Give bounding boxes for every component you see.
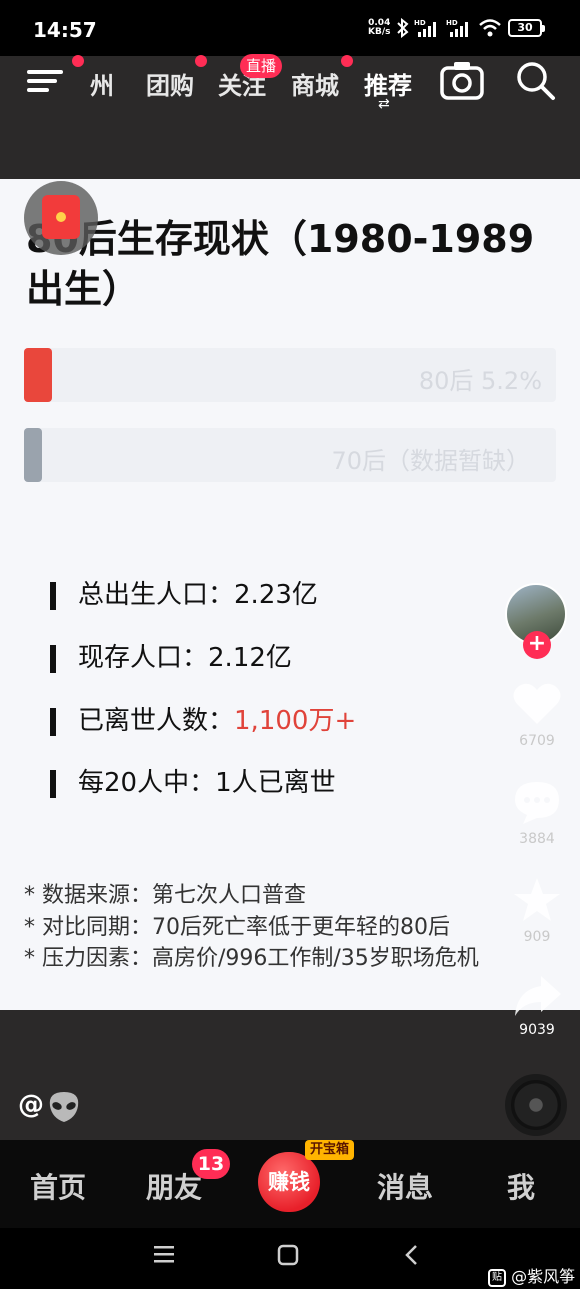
friends-badge: 13 xyxy=(192,1149,230,1179)
switch-icon: ⇄ xyxy=(378,96,390,112)
nav-messages[interactable]: 消息 xyxy=(377,1166,433,1206)
notification-dot xyxy=(341,55,353,67)
red-envelope-icon xyxy=(42,195,80,239)
note-comparison: * 对比同期：70后死亡率低于更年轻的80后 xyxy=(24,915,450,940)
status-time: 14:57 xyxy=(33,18,97,42)
tab-city[interactable]: 州 xyxy=(90,66,114,101)
earn-button[interactable]: 赚钱 xyxy=(258,1152,320,1212)
nav-home[interactable]: 首页 xyxy=(30,1166,86,1206)
back-icon[interactable] xyxy=(402,1243,422,1267)
red-envelope-button[interactable] xyxy=(24,181,98,255)
alien-emoji-icon xyxy=(49,1092,79,1122)
home-button-icon[interactable] xyxy=(276,1243,300,1267)
share-count: 9039 xyxy=(519,1022,555,1038)
watermark-logo: 贴 xyxy=(488,1268,506,1287)
stat-total-births: 总出生人口：2.23亿 xyxy=(50,574,318,611)
comment-count: 3884 xyxy=(519,831,555,847)
follow-button[interactable]: + xyxy=(523,631,551,659)
note-source: * 数据来源：第七次人口普查 xyxy=(24,883,306,908)
recent-apps-icon[interactable] xyxy=(152,1244,176,1264)
nav-me[interactable]: 我 xyxy=(507,1166,535,1206)
watermark: 贴 @紫风筝 xyxy=(488,1263,575,1287)
bluetooth-icon xyxy=(397,18,409,38)
stat-per-twenty: 每20人中：1人已离世 xyxy=(50,762,336,799)
signal-icon-1: HD xyxy=(414,19,436,37)
status-bar: 14:57 0.04 KB/s HD HD 30 xyxy=(0,0,580,56)
bar-70s-fill xyxy=(24,428,42,482)
svg-text:HD: HD xyxy=(446,19,458,27)
menu-icon[interactable] xyxy=(27,66,63,94)
battery-indicator: 30 xyxy=(508,19,545,37)
treasure-badge: 开宝箱 xyxy=(305,1140,355,1160)
star-icon[interactable] xyxy=(511,876,563,924)
tab-group-buy[interactable]: 团购 xyxy=(146,66,194,101)
wifi-icon xyxy=(479,19,501,37)
net-speed: 0.04 KB/s xyxy=(368,18,391,37)
bar-80s-fill xyxy=(24,348,52,402)
stat-living-population: 现存人口：2.12亿 xyxy=(50,637,292,674)
stat-deceased: 已离世人数：1,100万+ xyxy=(50,700,356,737)
share-icon[interactable] xyxy=(511,972,563,1020)
notification-dot xyxy=(195,55,207,67)
signal-icon-2: HD xyxy=(446,19,468,37)
notification-dot xyxy=(72,55,84,67)
camera-icon[interactable] xyxy=(440,60,484,100)
bar-70s-label: 70后（数据暂缺） xyxy=(331,447,530,475)
note-pressure: * 压力因素：高房价/996工作制/35岁职场危机 xyxy=(24,946,479,971)
favorite-count: 909 xyxy=(523,929,551,945)
heart-icon[interactable] xyxy=(511,680,563,728)
search-icon[interactable] xyxy=(515,60,557,102)
tab-mall[interactable]: 商城 xyxy=(291,66,339,101)
comment-icon[interactable] xyxy=(511,778,563,826)
post-title: 80后生存现状（1980-1989 出生） xyxy=(26,217,535,311)
author-handle[interactable]: @ xyxy=(18,1090,44,1120)
music-disc[interactable] xyxy=(505,1074,567,1136)
like-count: 6709 xyxy=(519,733,555,749)
bar-80s-label: 80后 5.2% xyxy=(418,367,542,395)
live-badge: 直播 xyxy=(240,54,283,78)
svg-text:HD: HD xyxy=(414,19,426,27)
